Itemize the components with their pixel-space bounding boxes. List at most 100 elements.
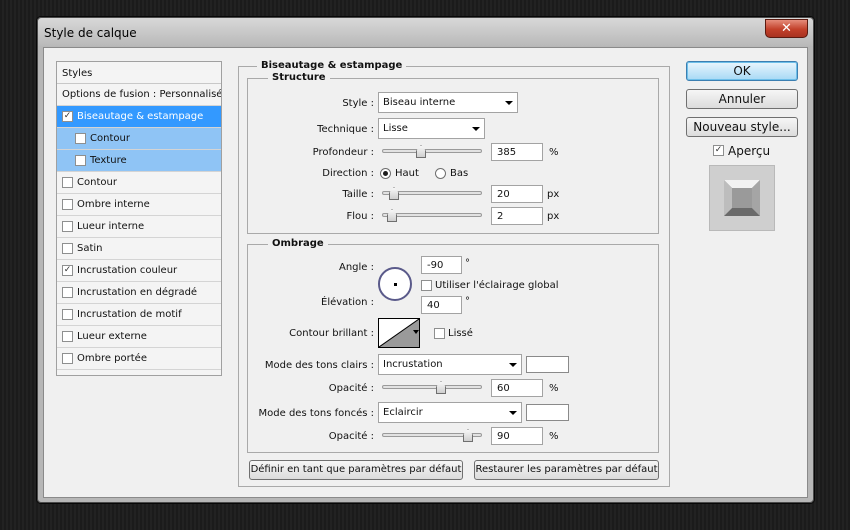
bevel-style-select[interactable]: Biseau interne xyxy=(378,92,518,113)
direction-up-radio[interactable] xyxy=(380,168,391,179)
highlight-opacity-unit: % xyxy=(549,383,559,394)
highlight-mode-select[interactable]: Incrustation xyxy=(378,354,522,375)
depth-input[interactable]: 385 xyxy=(491,143,543,161)
depth-slider-thumb[interactable] xyxy=(416,145,426,158)
technique-label: Technique : xyxy=(317,124,374,135)
new-style-button[interactable]: Nouveau style... xyxy=(686,117,798,137)
drop-shadow-item[interactable]: Ombre portée xyxy=(57,348,221,370)
direction-label: Direction : xyxy=(322,168,374,179)
bevel-contour-item[interactable]: Contour xyxy=(57,128,221,150)
texture-item[interactable]: Texture xyxy=(57,150,221,172)
angle-dial-center xyxy=(394,283,397,286)
bevel-emboss-item[interactable]: ✓ Biseautage & estampage xyxy=(57,106,221,128)
inner-glow-checkbox[interactable] xyxy=(62,221,73,232)
angle-dial[interactable] xyxy=(378,267,412,301)
texture-checkbox[interactable] xyxy=(75,155,86,166)
chevron-down-icon[interactable] xyxy=(413,330,419,334)
shadow-opacity-thumb[interactable] xyxy=(463,429,473,442)
bevel-contour-checkbox[interactable] xyxy=(75,133,86,144)
pattern-overlay-checkbox[interactable] xyxy=(62,309,73,320)
shading-title: Ombrage xyxy=(268,238,328,249)
style-preview-thumbnail xyxy=(709,165,775,231)
size-input[interactable]: 20 xyxy=(491,185,543,203)
color-overlay-checkbox[interactable]: ✓ xyxy=(62,265,73,276)
size-unit: px xyxy=(547,189,560,200)
direction-down-radio[interactable] xyxy=(435,168,446,179)
shadow-opacity-unit: % xyxy=(549,431,559,442)
highlight-mode-label: Mode des tons clairs : xyxy=(264,360,374,371)
highlight-opacity-slider[interactable] xyxy=(382,381,482,395)
inner-glow-item[interactable]: Lueur interne xyxy=(57,216,221,238)
direction-up-label[interactable]: Haut xyxy=(395,168,419,179)
highlight-color-swatch[interactable] xyxy=(526,356,569,373)
inner-shadow-checkbox[interactable] xyxy=(62,199,73,210)
gloss-contour-label: Contour brillant : xyxy=(289,328,374,339)
soften-label: Flou : xyxy=(346,211,374,222)
shadow-mode-select[interactable]: Eclaircir xyxy=(378,402,522,423)
depth-unit: % xyxy=(549,147,559,158)
soften-unit: px xyxy=(547,211,560,222)
soften-input[interactable]: 2 xyxy=(491,207,543,225)
styles-list: Styles Options de fusion : Personnalisé.… xyxy=(56,61,222,376)
dialog-body: Styles Options de fusion : Personnalisé.… xyxy=(43,47,808,498)
technique-select[interactable]: Lisse xyxy=(378,118,485,139)
size-label: Taille : xyxy=(342,189,374,200)
shadow-mode-label: Mode des tons foncés : xyxy=(258,408,374,419)
style-label: Style : xyxy=(342,98,374,109)
bevel-emboss-checkbox[interactable]: ✓ xyxy=(62,111,73,122)
anti-aliased-label[interactable]: Lissé xyxy=(448,328,473,339)
make-default-button[interactable]: Définir en tant que paramètres par défau… xyxy=(249,460,463,480)
gradient-overlay-item[interactable]: Incrustation en dégradé xyxy=(57,282,221,304)
highlight-opacity-input[interactable]: 60 xyxy=(491,379,543,397)
title-bar[interactable]: Style de calque ✕ xyxy=(38,18,813,46)
shadow-opacity-input[interactable]: 90 xyxy=(491,427,543,445)
altitude-input[interactable]: 40 xyxy=(421,296,462,314)
bevel-emboss-title: Biseautage & estampage xyxy=(257,60,407,71)
blending-options-item[interactable]: Options de fusion : Personnalisé... xyxy=(57,84,221,106)
highlight-opacity-thumb[interactable] xyxy=(436,381,446,394)
depth-slider[interactable] xyxy=(382,145,482,159)
shadow-opacity-label: Opacité : xyxy=(328,431,374,442)
gradient-overlay-checkbox[interactable] xyxy=(62,287,73,298)
preview-checkbox[interactable]: ✓ xyxy=(713,145,724,156)
outer-glow-item[interactable]: Lueur externe xyxy=(57,326,221,348)
stroke-item[interactable]: Contour xyxy=(57,172,221,194)
angle-label: Angle : xyxy=(338,262,374,273)
chevron-down-icon xyxy=(472,127,480,131)
soften-slider[interactable] xyxy=(382,209,482,223)
drop-shadow-checkbox[interactable] xyxy=(62,353,73,364)
inner-shadow-item[interactable]: Ombre interne xyxy=(57,194,221,216)
size-slider-thumb[interactable] xyxy=(389,187,399,200)
satin-item[interactable]: Satin xyxy=(57,238,221,260)
styles-header[interactable]: Styles xyxy=(57,62,221,84)
shadow-opacity-slider[interactable] xyxy=(382,429,482,443)
anti-aliased-checkbox[interactable] xyxy=(434,328,445,339)
chevron-down-icon xyxy=(505,101,513,105)
dialog-title: Style de calque xyxy=(44,26,137,40)
close-button[interactable]: ✕ xyxy=(765,19,808,38)
reset-default-button[interactable]: Restaurer les paramètres par défaut xyxy=(474,460,659,480)
structure-title: Structure xyxy=(268,72,330,83)
angle-input[interactable]: -90 xyxy=(421,256,462,274)
global-light-label[interactable]: Utiliser l'éclairage global xyxy=(435,280,559,291)
cancel-button[interactable]: Annuler xyxy=(686,89,798,109)
color-overlay-item[interactable]: ✓ Incrustation couleur xyxy=(57,260,221,282)
direction-down-label[interactable]: Bas xyxy=(450,168,468,179)
global-light-checkbox[interactable] xyxy=(421,280,432,291)
depth-label: Profondeur : xyxy=(312,147,374,158)
stroke-checkbox[interactable] xyxy=(62,177,73,188)
angle-unit: ° xyxy=(465,258,470,269)
ok-button[interactable]: OK xyxy=(686,61,798,81)
altitude-unit: ° xyxy=(465,296,470,307)
shadow-color-swatch[interactable] xyxy=(526,404,569,421)
layer-style-dialog: Style de calque ✕ Styles Options de fusi… xyxy=(36,16,815,504)
outer-glow-checkbox[interactable] xyxy=(62,331,73,342)
preview-bevel-image xyxy=(724,180,760,216)
soften-slider-thumb[interactable] xyxy=(387,209,397,222)
chevron-down-icon xyxy=(509,411,517,415)
chevron-down-icon xyxy=(509,363,517,367)
size-slider[interactable] xyxy=(382,187,482,201)
preview-label[interactable]: Aperçu xyxy=(728,144,770,158)
satin-checkbox[interactable] xyxy=(62,243,73,254)
pattern-overlay-item[interactable]: Incrustation de motif xyxy=(57,304,221,326)
